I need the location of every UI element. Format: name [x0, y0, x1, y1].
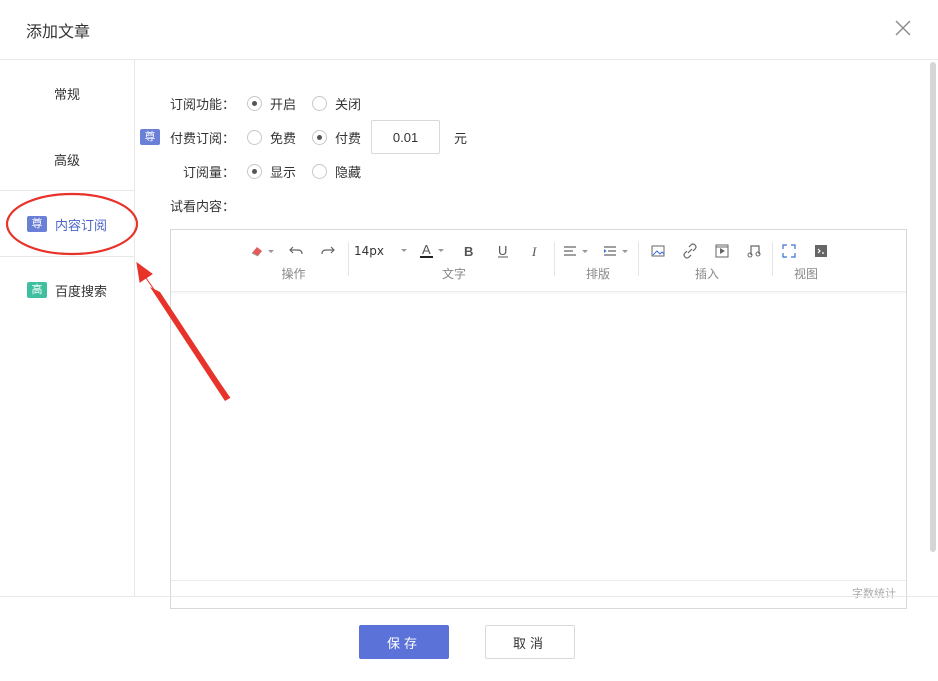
image-icon[interactable] — [647, 242, 669, 260]
radio-show[interactable]: 显示 — [247, 162, 296, 181]
radio-label: 免费 — [270, 131, 297, 147]
bold-icon[interactable]: B — [458, 242, 480, 260]
italic-icon[interactable]: I — [524, 242, 546, 260]
svg-text:A: A — [422, 242, 431, 257]
radio-dot — [247, 163, 263, 179]
link-icon[interactable] — [679, 242, 701, 260]
svg-text:I: I — [531, 244, 537, 258]
radio-free[interactable]: 免费 — [247, 128, 296, 147]
preview-label: 试看内容： — [170, 199, 236, 215]
subscription-label: 订阅功能： — [170, 97, 236, 113]
radio-dot — [312, 95, 328, 111]
font-size-select[interactable]: 14px — [354, 242, 414, 260]
toolbar-group-label: 操作 — [281, 267, 306, 281]
radio-disable[interactable]: 关闭 — [312, 94, 361, 113]
paid-row: 尊 付费订阅： 免费 付费 元 — [140, 120, 467, 154]
toolbar-group-actions: 操作 — [241, 236, 346, 286]
sidebar-item-general[interactable]: 常规 — [0, 60, 134, 126]
dialog-title: 添加文章 — [26, 22, 91, 41]
advanced-badge-icon: 高 — [26, 282, 47, 298]
radio-enable[interactable]: 开启 — [247, 94, 296, 113]
toolbar-group-label: 插入 — [694, 267, 719, 281]
radio-paid[interactable]: 付费 — [312, 128, 361, 147]
dialog-footer: 保存 取消 — [0, 596, 938, 681]
premium-badge-icon: 尊 — [26, 216, 47, 232]
premium-badge-icon: 尊 — [140, 129, 160, 145]
count-row: 订阅量： 显示 隐藏 — [183, 157, 377, 185]
close-icon[interactable] — [893, 18, 913, 38]
toolbar-group-label: 排版 — [585, 267, 610, 281]
radio-dot — [247, 95, 263, 111]
fullscreen-icon[interactable] — [778, 242, 800, 260]
rich-text-editor: 操作 14px A B U I 文字 排版 插入 视图 字数统计 — [170, 229, 907, 609]
dialog-header: 添加文章 — [0, 0, 938, 60]
toolbar-group-view: 视图 — [776, 236, 836, 286]
underline-icon[interactable]: U — [492, 242, 514, 260]
price-input[interactable] — [371, 120, 441, 154]
sidebar: 常规 高级 尊 内容订阅 高 百度搜索 — [0, 60, 135, 596]
toolbar-divider — [638, 242, 639, 276]
toolbar-divider — [348, 242, 349, 276]
toolbar-group-layout: 排版 — [559, 236, 637, 286]
sidebar-item-label: 百度搜索 — [54, 284, 107, 300]
radio-label: 付费 — [335, 131, 362, 147]
editor-toolbar: 操作 14px A B U I 文字 排版 插入 视图 — [171, 230, 906, 292]
sidebar-item-content-subscription[interactable]: 尊 内容订阅 — [0, 191, 134, 257]
toolbar-group-text: 14px A B U I 文字 — [354, 236, 554, 286]
radio-dot — [247, 129, 263, 145]
count-label: 订阅量： — [183, 165, 236, 181]
toolbar-divider — [772, 242, 773, 276]
subscription-row: 订阅功能： 开启 关闭 — [170, 89, 377, 117]
font-size-value: 14px — [354, 244, 384, 258]
sidebar-item-advanced[interactable]: 高级 — [0, 126, 134, 192]
font-color-icon[interactable]: A — [416, 242, 450, 260]
preview-row: 试看内容： — [170, 191, 235, 219]
eraser-icon[interactable] — [247, 242, 277, 260]
toolbar-group-insert: 插入 — [643, 236, 771, 286]
redo-icon[interactable] — [317, 242, 339, 260]
radio-label: 关闭 — [335, 97, 362, 113]
align-icon[interactable] — [561, 242, 593, 260]
toolbar-divider — [554, 242, 555, 276]
radio-label: 开启 — [270, 97, 297, 113]
radio-dot — [312, 129, 328, 145]
radio-dot — [312, 163, 328, 179]
radio-label: 隐藏 — [335, 165, 362, 181]
radio-label: 显示 — [270, 165, 297, 181]
radio-hide[interactable]: 隐藏 — [312, 162, 361, 181]
scrollbar[interactable] — [930, 62, 936, 552]
sidebar-item-label: 内容订阅 — [54, 218, 107, 234]
sidebar-item-label: 高级 — [53, 153, 80, 169]
paid-label: 付费订阅： — [170, 131, 236, 147]
video-icon[interactable] — [711, 242, 733, 260]
source-code-icon[interactable] — [810, 242, 832, 260]
indent-icon[interactable] — [601, 242, 633, 260]
undo-icon[interactable] — [285, 242, 307, 260]
svg-text:B: B — [464, 244, 473, 258]
toolbar-group-label: 视图 — [793, 267, 818, 281]
svg-text:U: U — [498, 244, 507, 258]
price-unit: 元 — [454, 131, 468, 147]
music-icon[interactable] — [743, 242, 765, 260]
save-button[interactable]: 保存 — [359, 625, 449, 659]
toolbar-group-label: 文字 — [441, 267, 466, 281]
sidebar-item-label: 常规 — [53, 87, 80, 103]
cancel-button[interactable]: 取消 — [485, 625, 575, 659]
sidebar-item-baidu-search[interactable]: 高 百度搜索 — [0, 257, 134, 323]
